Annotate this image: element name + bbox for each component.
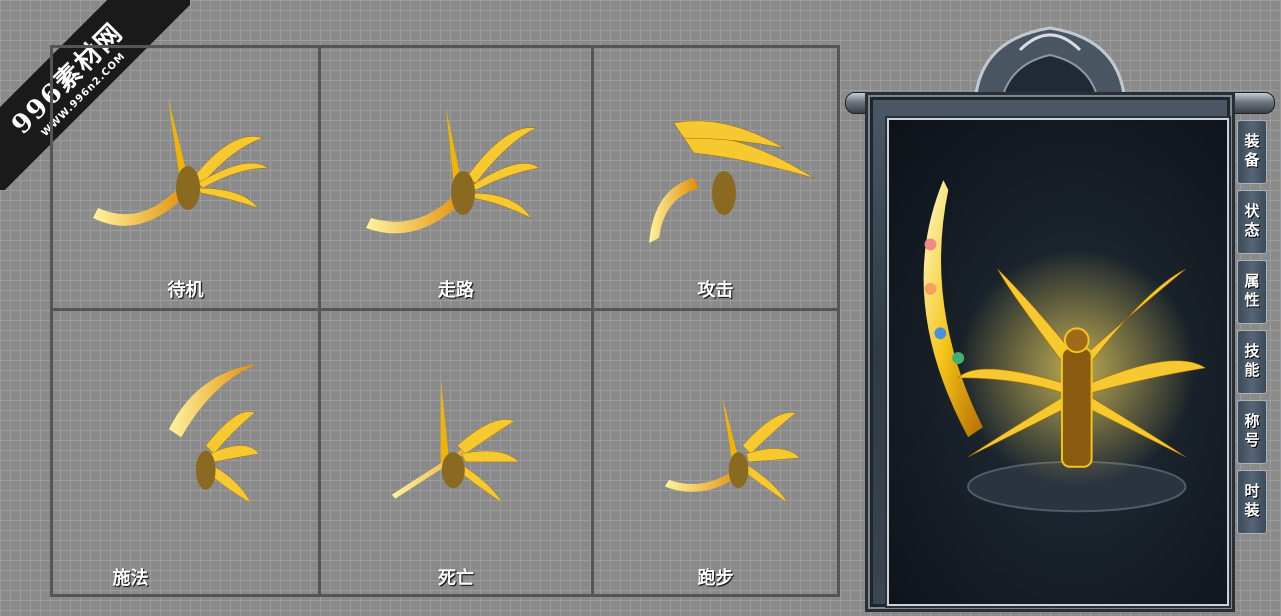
action-label: 待机 [167,280,204,301]
action-cell-walk: 走路 [321,48,594,311]
panel-tabs: 装备 状态 属性 技能 称号 时装 [1237,120,1267,534]
action-cell-run: 跑步 [594,311,837,594]
action-label: 施法 [112,568,149,589]
tab-status[interactable]: 状态 [1237,190,1267,254]
action-label: 走路 [438,280,474,301]
action-sprite-grid: 待机 走路 攻击 施法 死亡 跑步 [50,45,840,597]
action-label: 跑步 [697,568,734,589]
attack-sprite [649,120,814,243]
idle-sprite [93,98,269,226]
tab-skills[interactable]: 技能 [1237,330,1267,394]
character-panel: 装备 状态 属性 技能 称号 时装 [845,20,1281,616]
tab-equipment[interactable]: 装备 [1237,120,1267,184]
run-sprite [664,396,801,503]
character-art [923,180,1207,513]
action-cell-death: 死亡 [321,311,594,594]
tab-attributes[interactable]: 属性 [1237,260,1267,324]
action-cell-idle: 待机 [53,48,321,311]
death-sprite [391,380,520,503]
walk-sprite [366,108,540,234]
character-preview [887,118,1229,606]
action-cell-cast: 施法 [53,311,321,594]
tab-fashion[interactable]: 时装 [1237,470,1267,534]
action-label: 死亡 [438,568,474,589]
action-label: 攻击 [697,280,734,301]
action-cell-attack: 攻击 [594,48,837,311]
tab-titles[interactable]: 称号 [1237,400,1267,464]
cast-sprite [168,363,260,504]
